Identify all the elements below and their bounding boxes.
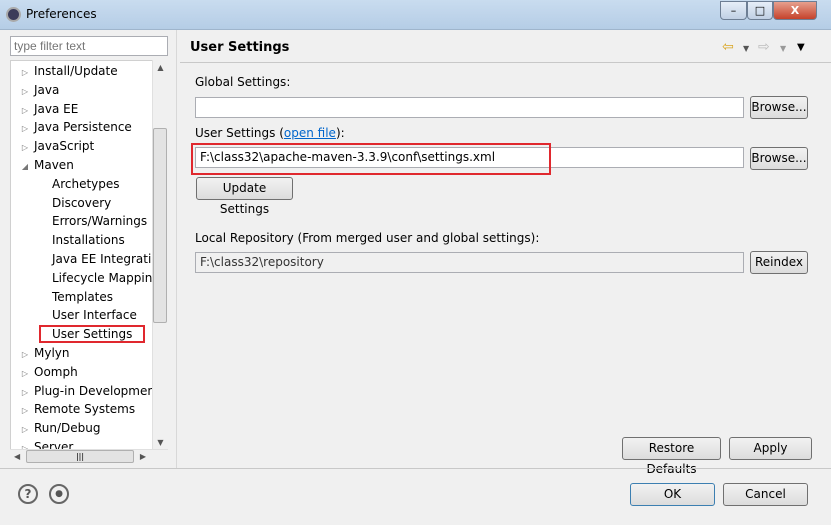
highlight-box: [191, 143, 551, 175]
tree-item-label: Run/Debug: [34, 421, 101, 436]
tree-item[interactable]: ▷ Java: [19, 81, 59, 99]
vertical-scroll-thumb[interactable]: [153, 128, 167, 323]
tree-item-label: Templates: [52, 289, 114, 304]
preference-tree: ▷ Install/Update ▷ Java ▷ Java EE ▷ Java Persis…: [10, 60, 168, 464]
tree-item-label: Remote Systems: [34, 402, 136, 417]
tree-item-label: Archetypes: [52, 176, 120, 191]
global-settings-input[interactable]: [195, 97, 744, 118]
expand-icon[interactable]: ▷: [19, 365, 31, 383]
tree-item[interactable]: ▷ Mylyn: [19, 344, 70, 362]
filter-input[interactable]: [10, 36, 168, 56]
expand-icon[interactable]: ▷: [19, 120, 31, 138]
header-separator: [180, 62, 831, 63]
tree-item[interactable]: Java EE Integration: [39, 250, 166, 268]
global-settings-label: Global Settings:: [195, 75, 291, 89]
tree-item[interactable]: Lifecycle Mapping: [39, 269, 160, 287]
tree-item-label: Lifecycle Mapping: [52, 270, 160, 285]
expand-icon[interactable]: ▷: [19, 384, 31, 402]
expand-icon[interactable]: ▷: [19, 346, 31, 364]
window-title: Preferences: [26, 7, 97, 21]
scroll-right-icon[interactable]: ▶: [140, 452, 146, 461]
tree-item-label: Oomph: [34, 364, 78, 379]
tree-item-label: Install/Update: [34, 64, 118, 78]
maximize-button[interactable]: □: [747, 1, 773, 20]
local-repository-label: Local Repository (From merged user and g…: [195, 231, 540, 245]
tree-item[interactable]: ▷ Remote Systems: [19, 400, 135, 418]
tree-item[interactable]: User Settings: [39, 325, 145, 344]
user-settings-label-text: User Settings (: [195, 126, 284, 140]
local-repository-value: F:\class32\repository: [195, 252, 744, 273]
tree-item-label: Installations: [52, 233, 125, 248]
tree-item[interactable]: Templates: [39, 288, 113, 306]
apply-button[interactable]: Apply: [729, 437, 812, 460]
view-menu-icon[interactable]: ▼: [797, 42, 805, 53]
scroll-down-icon[interactable]: ▼: [153, 438, 168, 447]
tree-item[interactable]: ▷ Install/Update: [19, 62, 118, 80]
expand-icon[interactable]: ▷: [19, 139, 31, 157]
tree-item-label: Mylyn: [34, 346, 70, 360]
tree-item-label: Errors/Warnings: [52, 214, 148, 229]
expand-icon[interactable]: ▷: [19, 102, 31, 120]
tree-item[interactable]: ▷ JavaScript: [19, 137, 94, 155]
minimize-button[interactable]: –: [720, 1, 747, 20]
close-button[interactable]: X: [773, 1, 817, 20]
tree-item-label: Java: [34, 82, 60, 97]
scroll-left-icon[interactable]: ◀: [14, 452, 20, 461]
tree-item[interactable]: User Interface: [39, 306, 137, 324]
forward-dropdown-icon[interactable]: ▼: [780, 44, 786, 53]
tree-item-label: Java EE Integration: [52, 252, 167, 266]
expand-icon[interactable]: ▷: [19, 64, 31, 82]
user-settings-label: User Settings (open file):: [195, 126, 345, 140]
tree-item[interactable]: ▷ Java Persistence: [19, 118, 132, 136]
footer-separator: [0, 468, 831, 469]
back-icon[interactable]: ⇦: [722, 39, 734, 55]
tree-item[interactable]: ◢ Maven: [19, 156, 74, 174]
tree-item[interactable]: Errors/Warnings: [39, 212, 147, 230]
tree-item-label: User Settings: [52, 327, 133, 342]
tree-item[interactable]: Installations: [39, 231, 125, 249]
forward-icon[interactable]: ⇨: [758, 39, 770, 55]
global-browse-button[interactable]: Browse...: [750, 96, 808, 119]
title-bar: [0, 0, 831, 30]
tree-item[interactable]: Discovery: [39, 194, 111, 212]
open-file-link[interactable]: open file: [284, 126, 336, 140]
back-dropdown-icon[interactable]: ▼: [743, 44, 749, 53]
tree-item-label: Discovery: [52, 195, 112, 210]
tree-item-label: User Interface: [52, 308, 137, 323]
user-browse-button[interactable]: Browse...: [750, 147, 808, 170]
tree-item-label: Java EE: [34, 101, 79, 116]
expand-icon[interactable]: ▷: [19, 83, 31, 101]
expand-icon[interactable]: ▷: [19, 402, 31, 420]
update-settings-button[interactable]: Update Settings: [196, 177, 293, 216]
tree-item-label: JavaScript: [34, 139, 95, 154]
tree-item-label: Java Persistence: [34, 120, 132, 135]
tree-item-label: Maven: [34, 158, 74, 172]
eclipse-icon: [6, 7, 21, 22]
horizontal-scroll-thumb[interactable]: |||: [26, 450, 134, 463]
page-title: User Settings: [190, 40, 290, 55]
oomph-record-icon[interactable]: ●: [49, 484, 69, 504]
expand-icon[interactable]: ▷: [19, 421, 31, 439]
tree-item[interactable]: Archetypes: [39, 175, 120, 193]
tree-item[interactable]: ▷ Plug-in Development: [19, 382, 160, 400]
tree-item[interactable]: ▷ Run/Debug: [19, 419, 101, 437]
collapse-icon[interactable]: ◢: [19, 158, 31, 176]
scroll-up-icon[interactable]: ▲: [153, 63, 168, 72]
restore-defaults-button[interactable]: Restore Defaults: [622, 437, 721, 476]
tree-item[interactable]: ▷ Java EE: [19, 100, 78, 118]
cancel-button[interactable]: Cancel: [723, 483, 808, 506]
tree-item-label: Plug-in Development: [34, 383, 160, 398]
ok-button[interactable]: OK: [630, 483, 715, 506]
tree-item[interactable]: ▷ Oomph: [19, 363, 78, 381]
sash-divider[interactable]: [176, 30, 177, 468]
help-icon[interactable]: ?: [18, 484, 38, 504]
reindex-button[interactable]: Reindex: [750, 251, 808, 274]
user-settings-label-suffix: ):: [335, 126, 345, 140]
